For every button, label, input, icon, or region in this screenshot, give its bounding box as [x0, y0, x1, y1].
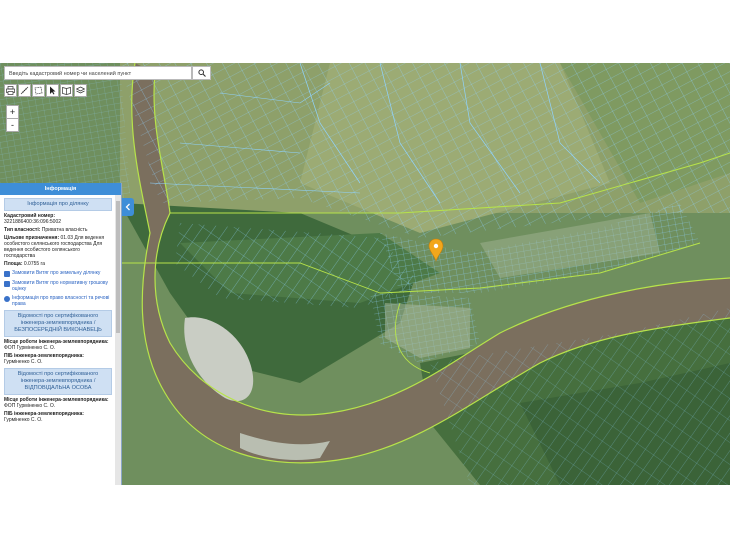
document-icon: [4, 281, 10, 287]
engineer-executor-header: Відомості про сертифікованого інженера-з…: [4, 310, 112, 337]
ownership-rights-link[interactable]: Інформація про право власності та речові…: [4, 295, 112, 307]
pointer-icon: [50, 86, 56, 95]
area-value: 0.0755 га: [23, 261, 46, 267]
measure-area-icon: [34, 86, 43, 95]
engineer-name-value-1: Гурміненко С. О.: [4, 359, 43, 365]
info-book-button[interactable]: [60, 84, 73, 97]
layers-icon: [76, 86, 85, 94]
info-panel: Інформація Інформація про ділянку Кадаст…: [0, 183, 122, 485]
document-icon: [4, 271, 10, 277]
workplace-row-2: Місце роботи інженера-землевпорядника: Ф…: [4, 397, 112, 409]
book-icon: [62, 87, 71, 95]
order-valuation-link[interactable]: Замовити Витяг про нормативну грошову оц…: [4, 280, 112, 292]
scrollbar-thumb[interactable]: [116, 201, 120, 333]
zoom-control: + -: [6, 105, 19, 132]
engineer-name-row-1: ПІБ інженера-землевпорядника: Гурміненко…: [4, 353, 112, 365]
ownership-row: Тип власності: Приватна власність: [4, 227, 112, 233]
area-row: Площа: 0.0755 га: [4, 261, 112, 267]
measure-area-button[interactable]: [32, 84, 45, 97]
workplace-value-2: ФОП Гурміненко С. О.: [4, 403, 56, 409]
printer-icon: [6, 86, 15, 95]
search-input[interactable]: Введіть кадастровий номер чи населений п…: [4, 66, 192, 80]
collapse-panel-button[interactable]: [122, 198, 134, 216]
parcel-info-header: Інформація про ділянку: [4, 198, 112, 211]
print-button[interactable]: [4, 84, 17, 97]
search-placeholder: Введіть кадастровий номер чи населений п…: [9, 71, 132, 77]
zoom-in-button[interactable]: +: [7, 106, 18, 118]
info-icon: [4, 296, 10, 302]
ownership-rights-text: Інформація про право власності та речові…: [12, 295, 110, 307]
measure-distance-icon: [20, 86, 29, 95]
layers-button[interactable]: [74, 84, 87, 97]
zoom-out-button[interactable]: -: [7, 118, 18, 131]
panel-content[interactable]: Інформація про ділянку Кадастровий номер…: [0, 195, 114, 485]
order-extract-text: Замовити Витяг про земельну ділянку: [12, 270, 101, 276]
panel-title: Інформація: [0, 183, 121, 195]
workplace-row-1: Місце роботи інженера-землевпорядника: Ф…: [4, 339, 112, 351]
purpose-row: Цільове призначення: 01.03 Для ведення о…: [4, 235, 112, 259]
engineer-name-row-2: ПІБ інженера-землевпорядника: Гурміненко…: [4, 411, 112, 423]
engineer-name-value-2: Гурміненко С. О.: [4, 417, 43, 423]
map-toolbar: [4, 84, 87, 98]
cadastral-value: 3221886400:36:096:5002: [4, 219, 62, 225]
workplace-value-1: ФОП Гурміненко С. О.: [4, 345, 56, 351]
search-button[interactable]: [192, 66, 211, 80]
cadastral-number-row: Кадастровий номер: 3221886400:36:096:500…: [4, 213, 112, 225]
chevron-left-icon: [125, 203, 130, 211]
measure-distance-button[interactable]: [18, 84, 31, 97]
ownership-label: Тип власності:: [4, 227, 41, 233]
order-extract-link[interactable]: Замовити Витяг про земельну ділянку: [4, 270, 112, 277]
search-icon: [197, 69, 206, 77]
ownership-value: Приватна власність: [41, 227, 88, 233]
pointer-button[interactable]: [46, 84, 59, 97]
panel-scrollbar[interactable]: [115, 195, 121, 485]
engineer-responsible-header: Відомості про сертифікованого інженера-з…: [4, 368, 112, 395]
order-valuation-text: Замовити Витяг про нормативну грошову оц…: [12, 280, 108, 292]
area-label: Площа:: [4, 261, 23, 267]
